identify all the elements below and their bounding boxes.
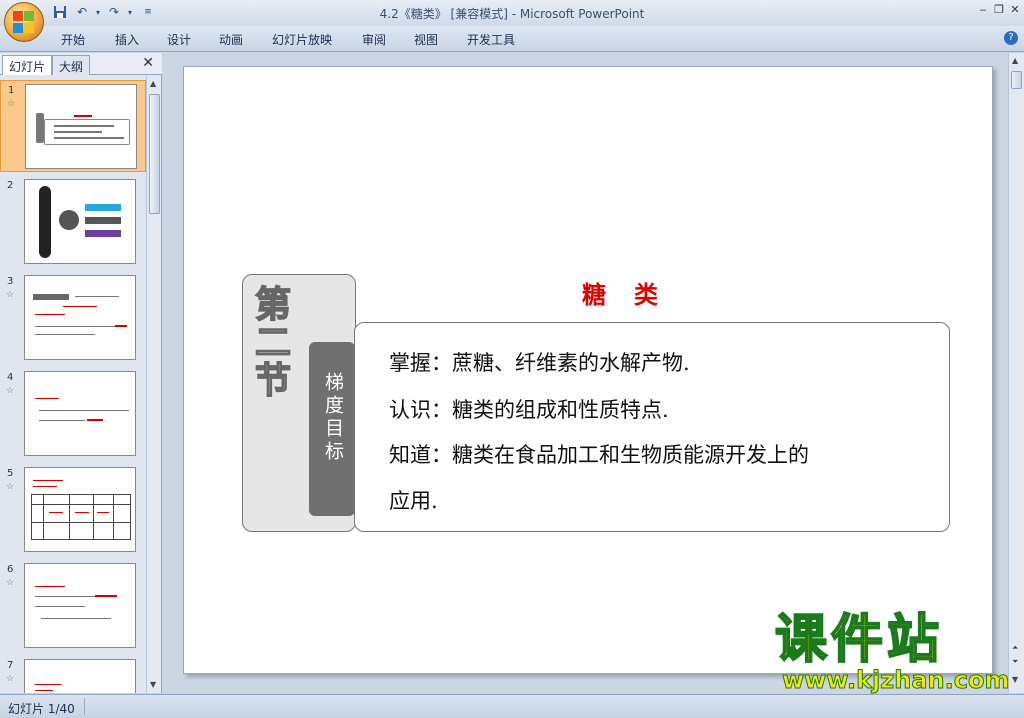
animation-icon: ☆ [6, 674, 15, 684]
close-icon[interactable]: ✕ [1008, 3, 1022, 17]
tab-slides[interactable]: 幻灯片 [2, 55, 53, 75]
tab-insert[interactable]: 插入 [115, 31, 139, 48]
prev-slide-icon[interactable]: ⏶ [1012, 643, 1018, 653]
slide-canvas[interactable]: 第二节 DIERJIE 梯度目标 糖类 掌握：蔗糖、纤维素的水解产物. 认识：糖… [183, 66, 993, 674]
office-button[interactable] [4, 2, 44, 42]
thumbnail-image [25, 84, 137, 169]
office-logo-icon [13, 11, 35, 33]
tab-view[interactable]: 视图 [414, 31, 438, 48]
editor-scrollbar[interactable]: ▲ ⏶ ⏷ ▼ [1008, 53, 1024, 693]
animation-icon: ☆ [7, 99, 16, 109]
objective-line: 认识：糖类的组成和性质特点. [389, 398, 669, 422]
animation-icon: ☆ [6, 290, 15, 300]
slide-thumbnail[interactable]: 5 ☆ [0, 464, 146, 556]
slide-thumbnail[interactable]: 1 ☆ [0, 80, 146, 172]
slide-title[interactable]: 糖类 [582, 275, 686, 310]
scroll-down-icon[interactable]: ▼ [150, 680, 156, 689]
tab-slideshow[interactable]: 幻灯片放映 [272, 31, 332, 48]
watermark-url: www.kjzhan.com [781, 666, 1010, 695]
thumbnail-number: 7 [7, 660, 14, 671]
objective-line: 应用. [389, 489, 438, 513]
thumbnail-image [24, 659, 136, 693]
thumbnail-image [24, 371, 136, 456]
close-pane-icon[interactable]: ✕ [142, 55, 154, 71]
thumbnail-image [24, 467, 136, 552]
restore-icon[interactable]: ❐ [992, 3, 1006, 17]
scrollbar-thumb[interactable] [149, 94, 160, 214]
objective-line: 知道：糖类在食品加工和生物质能源开发上的 [389, 443, 809, 467]
ribbon-tabs: 开始 插入 设计 动画 幻灯片放映 审阅 视图 开发工具 ? [0, 26, 1024, 52]
slide-counter: 幻灯片 1/40 [8, 702, 75, 716]
tab-design[interactable]: 设计 [167, 31, 191, 48]
watermark-logo: 课件站 [774, 610, 944, 670]
thumbnail-number: 1 [8, 85, 15, 96]
scrollbar-thumb[interactable] [1011, 71, 1022, 89]
slide-thumbnail[interactable]: 6 ☆ [0, 560, 146, 652]
slide-thumbnail[interactable]: 2 [0, 176, 146, 268]
help-icon[interactable]: ? [1004, 31, 1018, 45]
tab-developer[interactable]: 开发工具 [467, 31, 515, 48]
status-divider [84, 698, 85, 715]
slide-thumbnail[interactable]: 7 ☆ [0, 656, 146, 693]
thumbnail-number: 5 [7, 468, 14, 479]
thumbnail-list: 1 ☆ 2 3 ☆ 4 ☆ 5 ☆ 6 ☆ 7 ☆ [0, 76, 146, 693]
tab-home[interactable]: 开始 [61, 31, 85, 48]
minimize-icon[interactable]: ‒ [976, 3, 990, 17]
thumbnail-number: 2 [7, 180, 14, 191]
animation-icon: ☆ [6, 482, 15, 492]
pane-tabs: 幻灯片 大纲 ✕ [0, 53, 162, 75]
status-bar: 幻灯片 1/40 [0, 694, 1024, 718]
section-label: 第二节 DIERJIE [243, 284, 291, 446]
title-bar: ↶ ▾ ↷ ▾ ≡ 4.2《糖类》 [兼容模式] - Microsoft Pow… [0, 0, 1024, 42]
thumbnail-number: 3 [7, 276, 14, 287]
tab-outline[interactable]: 大纲 [52, 55, 91, 75]
thumbnail-scrollbar[interactable]: ▲ ▼ [146, 76, 161, 693]
thumbnail-number: 4 [7, 372, 14, 383]
slide-thumbnail[interactable]: 4 ☆ [0, 368, 146, 460]
window-title: 4.2《糖类》 [兼容模式] - Microsoft PowerPoint [379, 7, 645, 21]
thumbnail-number: 6 [7, 564, 14, 575]
goal-label: 梯度目标 [322, 372, 344, 464]
scroll-up-icon[interactable]: ▲ [1012, 56, 1018, 65]
thumbnail-image [24, 563, 136, 648]
objective-line: 掌握：蔗糖、纤维素的水解产物. [389, 351, 690, 375]
thumbnail-image [24, 275, 136, 360]
tab-animations[interactable]: 动画 [219, 31, 243, 48]
scroll-up-icon[interactable]: ▲ [150, 79, 156, 88]
slide-editor: 第二节 DIERJIE 梯度目标 糖类 掌握：蔗糖、纤维素的水解产物. 认识：糖… [163, 53, 1008, 693]
slide-thumbnail[interactable]: 3 ☆ [0, 272, 146, 364]
next-slide-icon[interactable]: ⏷ [1012, 657, 1018, 667]
animation-icon: ☆ [6, 386, 15, 396]
slides-pane: 幻灯片 大纲 ✕ 1 ☆ 2 3 ☆ 4 ☆ 5 ☆ 6 ☆ 7 ☆ ▲ ▼ [0, 53, 162, 693]
thumbnail-image [24, 179, 136, 264]
animation-icon: ☆ [6, 578, 15, 588]
tab-review[interactable]: 审阅 [362, 31, 386, 48]
scroll-down-icon[interactable]: ▼ [1012, 675, 1018, 684]
